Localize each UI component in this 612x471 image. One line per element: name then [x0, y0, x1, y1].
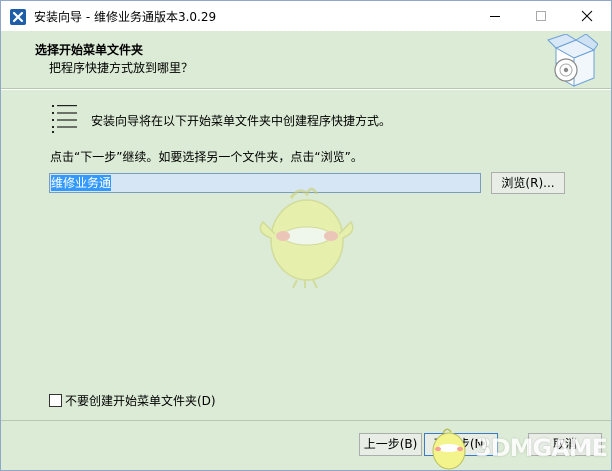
list-icon	[52, 105, 77, 133]
installer-window: 安装向导 - 维修业务通版本3.0.29 选择开始菜单文件夹 把程序快捷方式放到…	[0, 0, 612, 471]
no-folder-checkbox-label[interactable]: 不要创建开始菜单文件夹(D)	[65, 394, 216, 408]
no-folder-checkbox[interactable]	[49, 394, 62, 407]
wizard-header: 选择开始菜单文件夹 把程序快捷方式放到哪里？	[1, 31, 611, 89]
close-button[interactable]	[564, 1, 610, 31]
minimize-button[interactable]	[472, 1, 518, 31]
page-title: 选择开始菜单文件夹	[35, 43, 144, 57]
installer-x-icon	[10, 9, 26, 25]
maximize-button[interactable]	[518, 1, 564, 31]
cancel-button[interactable]: 取消	[528, 433, 602, 456]
next-button[interactable]: 下一步(N)	[424, 433, 498, 456]
hint-text: 点击“下一步”继续。如要选择另一个文件夹，点击“浏览”。	[50, 150, 363, 164]
no-folder-option[interactable]: 不要创建开始菜单文件夹(D)	[49, 392, 216, 409]
maximize-icon	[536, 11, 546, 21]
wizard-body: 安装向导将在以下开始菜单文件夹中创建程序快捷方式。 点击“下一步”继续。如要选择…	[1, 90, 611, 420]
chick-mascot-icon	[259, 187, 354, 289]
title-bar[interactable]: 安装向导 - 维修业务通版本3.0.29	[1, 1, 611, 31]
window-title: 安装向导 - 维修业务通版本3.0.29	[34, 10, 217, 24]
close-icon	[581, 10, 593, 22]
back-button[interactable]: 上一步(B)	[359, 433, 422, 456]
folder-input-value: 维修业务通	[51, 175, 112, 191]
box-with-disc-icon	[547, 34, 598, 87]
intro-text: 安装向导将在以下开始菜单文件夹中创建程序快捷方式。	[91, 114, 392, 128]
page-subtitle: 把程序快捷方式放到哪里？	[49, 61, 194, 75]
browse-button[interactable]: 浏览(R)...	[491, 172, 565, 194]
minimize-icon	[490, 16, 500, 17]
wizard-footer: 上一步(B) 下一步(N) 取消	[1, 420, 611, 470]
